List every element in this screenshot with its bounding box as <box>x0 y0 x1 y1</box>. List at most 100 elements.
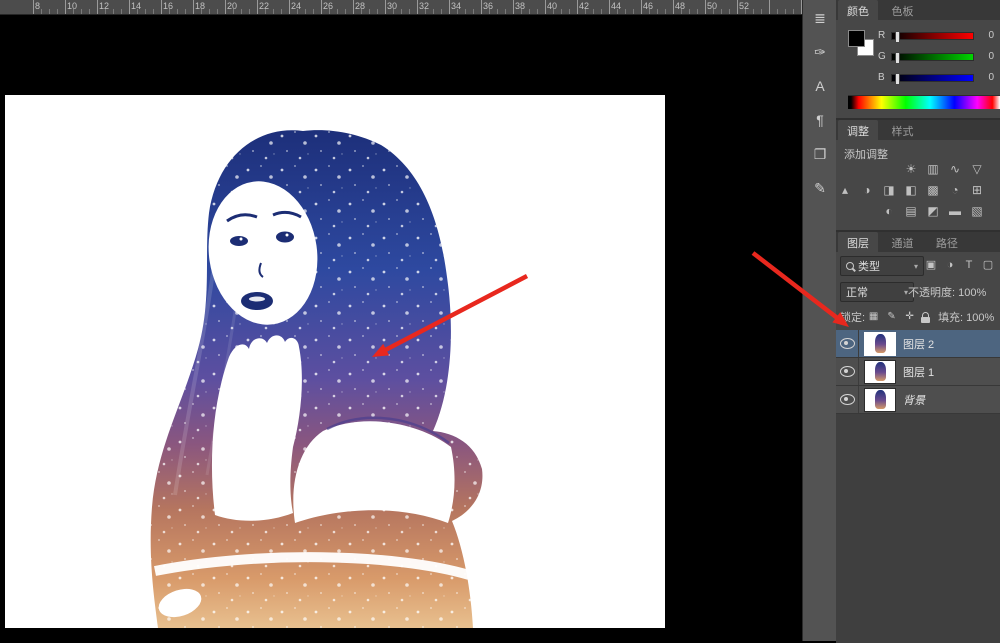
opacity-control[interactable]: 不透明度: 100% <box>908 284 1000 300</box>
ruler-number: 26 <box>323 1 333 11</box>
levels-icon[interactable]: ▥ <box>924 162 942 177</box>
adjustments-panel: 调整 样式 添加调整 ☀▥∿▽▴◑◨◧▩◔⊞◐▤◩▬▧ <box>836 118 1000 232</box>
lock-image-pixels-icon[interactable]: ✎ <box>885 310 898 324</box>
ruler-number: 42 <box>579 1 589 11</box>
layer-row[interactable]: 背景 <box>836 386 1000 414</box>
green-slider[interactable] <box>891 53 974 61</box>
color-balance-icon[interactable]: ◨ <box>880 183 898 198</box>
layer-filter-icons: ▣◑T▢ <box>923 257 996 273</box>
red-value[interactable]: 0 <box>988 30 994 41</box>
brush-panel-icon[interactable]: ≣ <box>809 8 831 28</box>
thumbnail-artwork <box>875 390 886 409</box>
tab-layers[interactable]: 图层 <box>838 232 878 253</box>
lock-icons: ▦ ✎ ✛ <box>867 310 934 324</box>
lock-transparent-pixels-icon[interactable]: ▦ <box>867 310 880 324</box>
thumbnail-artwork <box>875 334 886 353</box>
invert-icon[interactable]: ◐ <box>880 204 898 219</box>
layer-comps-panel-icon[interactable]: ❐ <box>809 144 831 164</box>
selective-color-icon[interactable]: ▧ <box>968 204 986 219</box>
adjustment-icon-row: ☀ ▥ ∿ ▽ <box>836 162 986 177</box>
green-value[interactable]: 0 <box>988 51 994 62</box>
blue-slider-handle[interactable] <box>895 73 900 85</box>
layer-name[interactable]: 图层 2 <box>903 336 934 352</box>
character-panel-icon[interactable]: A <box>809 76 831 96</box>
layer-thumbnail[interactable] <box>865 333 895 355</box>
adjustments-tabbar: 调整 样式 <box>836 120 1000 140</box>
foreground-color-swatch[interactable] <box>848 30 865 47</box>
horizontal-ruler[interactable]: 8101214161820222426283032343638404244464… <box>0 0 802 15</box>
threshold-icon[interactable]: ◩ <box>924 204 942 219</box>
ruler-number: 24 <box>291 1 301 11</box>
tab-swatches[interactable]: 色板 <box>882 0 922 21</box>
layers-tabbar: 图层 通道 路径 <box>836 232 1000 252</box>
lock-position-icon[interactable]: ✛ <box>903 310 916 324</box>
ruler-number: 32 <box>419 1 429 11</box>
thumbnail-artwork <box>875 362 886 381</box>
ruler-number: 46 <box>643 1 653 11</box>
blue-slider[interactable] <box>891 74 974 82</box>
ruler-number: 28 <box>355 1 365 11</box>
eye-icon[interactable] <box>840 366 855 377</box>
layer-name[interactable]: 背景 <box>903 392 925 408</box>
eye-icon[interactable] <box>840 394 855 405</box>
right-panel-column: 颜色 色板 R 0 G 0 B 0 调整 <box>836 0 1000 641</box>
notes-panel-icon[interactable]: ✎ <box>809 178 831 198</box>
lock-label: 锁定: <box>840 312 865 324</box>
posterize-icon[interactable]: ▤ <box>902 204 920 219</box>
layer-row[interactable]: 图层 2 <box>836 330 1000 358</box>
ruler-number: 30 <box>387 1 397 11</box>
filter-type-layers-icon[interactable]: T <box>961 257 977 273</box>
blue-value[interactable]: 0 <box>988 72 994 83</box>
eye-icon[interactable] <box>840 338 855 349</box>
filter-shape-layers-icon[interactable]: ▢ <box>980 257 996 273</box>
tab-channels[interactable]: 通道 <box>882 232 922 253</box>
clone-source-panel-icon[interactable]: ✑ <box>809 42 831 62</box>
color-spectrum-ramp[interactable] <box>848 95 1000 109</box>
paragraph-panel-icon[interactable]: ¶ <box>809 110 831 130</box>
adjustment-icon-row: ◐ ▤ ◩ ▬ ▧ <box>836 204 986 219</box>
layer-thumbnail[interactable] <box>865 389 895 411</box>
green-label: G <box>878 51 886 62</box>
tab-color[interactable]: 颜色 <box>838 0 878 21</box>
lock-all-icon[interactable] <box>921 310 934 324</box>
fill-value[interactable]: 100% <box>966 312 994 324</box>
color-lookup-icon[interactable]: ⊞ <box>968 183 986 198</box>
red-slider-handle[interactable] <box>895 31 900 43</box>
tab-styles[interactable]: 样式 <box>882 120 922 141</box>
search-icon <box>846 262 854 270</box>
exposure-icon[interactable]: ▽ <box>968 162 986 177</box>
blend-mode-dropdown[interactable]: 正常 <box>840 282 914 302</box>
adjustment-icon-row: ▴ ◑ ◨ ◧ ▩ ◔ ⊞ <box>836 183 986 198</box>
pasteboard[interactable] <box>0 15 802 641</box>
vibrance-icon[interactable]: ▴ <box>836 183 854 198</box>
layer-filter-type-dropdown[interactable]: 类型 <box>840 256 924 276</box>
red-slider[interactable] <box>891 32 974 40</box>
layer-name[interactable]: 图层 1 <box>903 364 934 380</box>
layers-panel: 图层 通道 路径 类型 ▣◑T▢ 正常 不透明度: 100% <box>836 230 1000 643</box>
channel-mixer-icon[interactable]: ◔ <box>946 183 964 198</box>
black-white-icon[interactable]: ◧ <box>902 183 920 198</box>
filter-adjustment-layers-icon[interactable]: ◑ <box>942 257 958 273</box>
document-canvas[interactable] <box>5 95 665 628</box>
ruler-number: 22 <box>259 1 269 11</box>
filter-pixel-layers-icon[interactable]: ▣ <box>923 257 939 273</box>
lock-row: 锁定:▦✎✛填充:100% <box>836 308 1000 328</box>
blue-slider-row: B 0 <box>878 71 994 85</box>
opacity-value[interactable]: 100% <box>958 287 986 299</box>
curves-icon[interactable]: ∿ <box>946 162 964 177</box>
tab-paths[interactable]: 路径 <box>927 232 967 253</box>
tab-adjustments[interactable]: 调整 <box>838 120 878 141</box>
hue-saturation-icon[interactable]: ◑ <box>858 183 876 198</box>
red-slider-row: R 0 <box>878 29 994 43</box>
visibility-toggle[interactable] <box>836 386 859 413</box>
visibility-toggle[interactable] <box>836 358 859 385</box>
layer-row[interactable]: 图层 1 <box>836 358 1000 386</box>
brightness-contrast-icon[interactable]: ☀ <box>902 162 920 177</box>
photo-filter-icon[interactable]: ▩ <box>924 183 942 198</box>
ruler-number: 48 <box>675 1 685 11</box>
visibility-toggle[interactable] <box>836 330 859 357</box>
green-slider-handle[interactable] <box>895 52 900 64</box>
layer-thumbnail[interactable] <box>865 361 895 383</box>
green-slider-row: G 0 <box>878 50 994 64</box>
gradient-map-icon[interactable]: ▬ <box>946 204 964 219</box>
